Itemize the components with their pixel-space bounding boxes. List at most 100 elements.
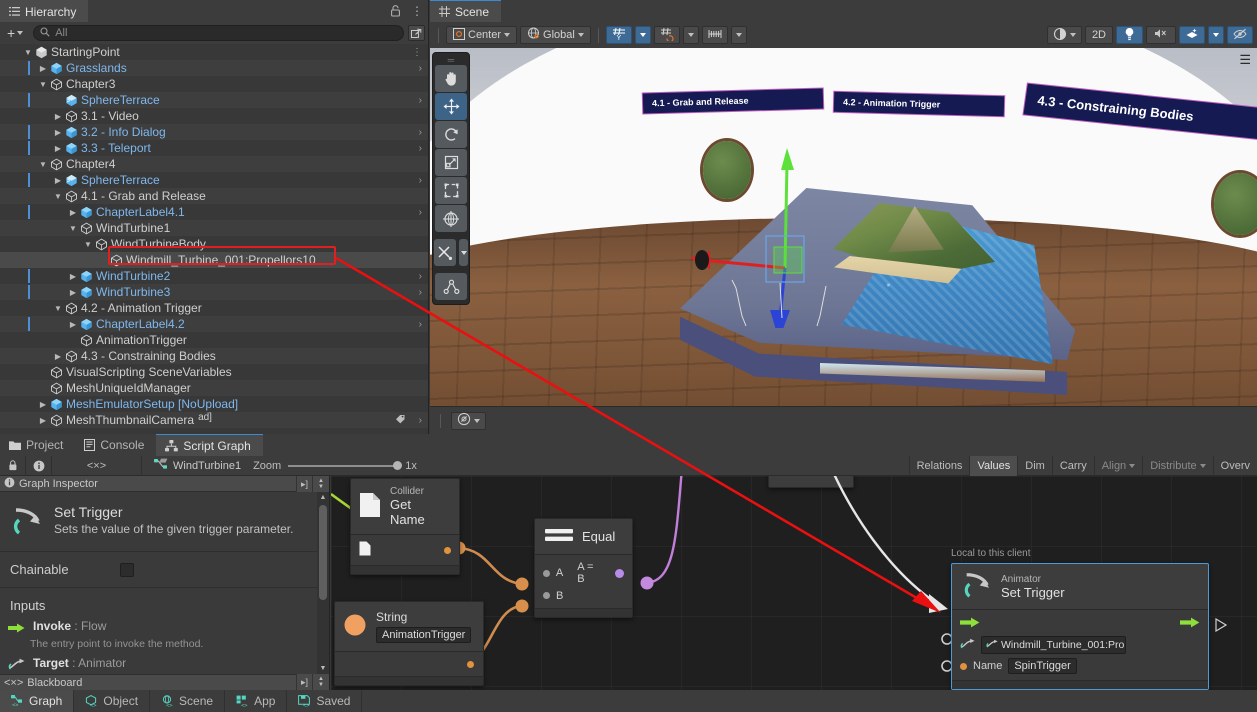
graph-toolbar-distribute[interactable]: Distribute — [1142, 456, 1212, 476]
scroll-up-icon[interactable]: ▲ — [317, 492, 329, 503]
snap-dropdown[interactable] — [683, 26, 699, 44]
open-prefab-chevron-icon[interactable]: › — [419, 63, 422, 74]
fx-dropdown[interactable] — [1208, 26, 1224, 44]
open-prefab-chevron-icon[interactable]: › — [419, 143, 422, 154]
open-prefab-chevron-icon[interactable]: › — [419, 207, 422, 218]
hierarchy-item-windturbine3[interactable]: ▶WindTurbine3› — [0, 284, 428, 300]
rotate-tool-icon[interactable] — [435, 121, 467, 148]
chevron-right-icon[interactable]: ▶ — [52, 144, 64, 153]
lock-icon[interactable] — [388, 3, 402, 18]
graph-breadcrumb[interactable]: WindTurbine1 — [142, 458, 253, 473]
output-port-dot[interactable] — [467, 661, 474, 668]
node-target-row[interactable]: Windmill_Turbine_001:Propell — [952, 634, 1208, 656]
hierarchy-item-4-2-animation-trigger[interactable]: ▼4.2 - Animation Trigger — [0, 300, 428, 316]
node-name-row[interactable]: Name SpinTrigger — [952, 656, 1208, 676]
custom-tools-dropdown-icon[interactable] — [459, 239, 468, 266]
input-port-dot[interactable] — [960, 663, 967, 670]
input-port-dot[interactable] — [543, 570, 550, 577]
handle-space-button[interactable]: Global — [520, 26, 591, 44]
zoom-slider[interactable] — [288, 465, 398, 467]
palette-grip[interactable]: ═ — [433, 56, 469, 64]
tab-project[interactable]: Project — [0, 434, 75, 456]
hierarchy-item-animationtrigger[interactable]: ▶AnimationTrigger — [0, 332, 428, 348]
hierarchy-item-3-3-teleport[interactable]: ▶3.3 - Teleport› — [0, 140, 428, 156]
chevron-right-icon[interactable]: ▶ — [67, 288, 79, 297]
graph-node-equal[interactable]: Equal A A = B B — [534, 518, 633, 618]
chevron-right-icon[interactable]: ▶ — [37, 416, 49, 425]
node-port-row-b[interactable]: B — [535, 587, 632, 604]
graph-info-button[interactable] — [26, 456, 52, 476]
output-port-dot[interactable] — [615, 569, 624, 578]
graph-node-string-literal[interactable]: String AnimationTrigger — [334, 601, 484, 686]
2d-toggle-button[interactable]: 2D — [1085, 26, 1113, 44]
hierarchy-item-windturbine2[interactable]: ▶WindTurbine2› — [0, 268, 428, 284]
node-flow-row[interactable] — [952, 614, 1208, 634]
hierarchy-item-4-1-grab-and-release[interactable]: ▼4.1 - Grab and Release — [0, 188, 428, 204]
chevron-down-icon[interactable]: ▼ — [67, 224, 79, 233]
input-port-dot[interactable] — [543, 592, 550, 599]
chevron-right-icon[interactable]: ▶ — [52, 352, 64, 361]
chevron-down-icon[interactable]: ▼ — [22, 48, 34, 57]
search-input[interactable]: All — [33, 25, 404, 41]
scene-fx-button[interactable] — [1179, 26, 1205, 44]
chainable-checkbox[interactable] — [120, 563, 134, 577]
kebab-menu-icon[interactable]: ⋮ — [410, 3, 424, 18]
move-tool-icon[interactable] — [435, 93, 467, 120]
open-prefab-chevron-icon[interactable]: › — [419, 95, 422, 106]
tab-console[interactable]: Console — [75, 434, 156, 456]
hierarchy-item-windmill-turbine-001-propellors10[interactable]: ▶Windmill_Turbine_001:Propellors10 — [0, 252, 428, 268]
open-prefab-chevron-icon[interactable]: › — [419, 319, 422, 330]
snap-increment-button[interactable] — [654, 26, 680, 44]
hierarchy-item-windturbinebody[interactable]: ▼WindTurbineBody — [0, 236, 428, 252]
collapse-blackboard-button[interactable]: ▸] — [296, 674, 312, 690]
node-port-row[interactable] — [351, 539, 459, 561]
custom-editor-tools-icon[interactable] — [434, 239, 456, 266]
ruler-button[interactable] — [702, 26, 728, 44]
scroll-down-icon[interactable]: ▼ — [317, 663, 329, 674]
tab-script-graph[interactable]: Script Graph — [156, 434, 262, 456]
chevron-right-icon[interactable]: ▶ — [52, 176, 64, 185]
custom-component-tool-icon[interactable] — [435, 273, 467, 300]
graph-toolbar-carry[interactable]: Carry — [1052, 456, 1094, 476]
tab-hierarchy[interactable]: Hierarchy — [0, 0, 88, 22]
chevron-down-icon[interactable]: ▼ — [37, 160, 49, 169]
collapse-panel-button[interactable]: ▸] — [296, 476, 312, 492]
footer-tab-saved[interactable]: <>Saved — [287, 690, 362, 712]
hierarchy-options-icon[interactable]: ⋮ — [411, 25, 425, 40]
hierarchy-item-startingpoint[interactable]: ▼StartingPoint⋮ — [0, 44, 428, 60]
graph-toolbar-overv[interactable]: Overv — [1213, 456, 1257, 476]
script-graph-canvas[interactable]: Collider Get Name — [331, 476, 1257, 690]
hierarchy-item-3-2-info-dialog[interactable]: ▶3.2 - Info Dialog› — [0, 124, 428, 140]
flow-in-arrow-icon[interactable] — [960, 617, 980, 631]
chevron-down-icon[interactable]: ▼ — [52, 192, 64, 201]
graph-zoom-control[interactable]: Zoom 1x — [253, 460, 417, 472]
blackboard-header[interactable]: <×> Blackboard — [0, 674, 329, 690]
flow-out-arrow-icon[interactable] — [1180, 617, 1200, 631]
string-value-field[interactable]: AnimationTrigger — [376, 627, 471, 643]
move-gizmo[interactable] — [640, 118, 860, 328]
chevron-right-icon[interactable]: ▶ — [67, 272, 79, 281]
open-prefab-chevron-icon[interactable]: › — [419, 415, 422, 426]
graph-toolbar-relations[interactable]: Relations — [909, 456, 970, 476]
footer-tab-scene[interactable]: <>Scene — [150, 690, 225, 712]
chevron-right-icon[interactable]: ▶ — [52, 112, 64, 121]
scene-audio-button[interactable] — [1146, 26, 1176, 44]
tab-scene[interactable]: Scene — [430, 0, 501, 22]
hierarchy-item-chapter4[interactable]: ▼Chapter4 — [0, 156, 428, 172]
open-prefab-chevron-icon[interactable]: › — [419, 287, 422, 298]
open-prefab-chevron-icon[interactable]: › — [419, 271, 422, 282]
hand-tool-icon[interactable] — [435, 65, 467, 92]
scene-overlay-menu-icon[interactable]: ☰ — [1239, 52, 1251, 68]
grid-visibility-button[interactable]: Y — [606, 26, 632, 44]
hierarchy-tree[interactable]: ▼StartingPoint⋮▶Grasslands›▼Chapter3▶Sph… — [0, 44, 428, 434]
flow-output-triangle-icon[interactable] — [1215, 618, 1227, 635]
hierarchy-item-visualscripting-scenevariables[interactable]: ▶VisualScripting SceneVariables — [0, 364, 428, 380]
scene-lighting-button[interactable] — [1116, 26, 1143, 44]
scene-viewport[interactable]: 4.1 - Grab and Release 4.2 - Animation T… — [430, 48, 1257, 406]
blackboard-resize-stepper[interactable]: ▲▼ — [312, 674, 329, 690]
panel-resize-stepper[interactable]: ▲▼ — [312, 476, 329, 492]
open-prefab-chevron-icon[interactable]: › — [419, 175, 422, 186]
open-prefab-chevron-icon[interactable]: › — [419, 127, 422, 138]
footer-tab-object[interactable]: <>Object — [74, 690, 150, 712]
zoom-slider-knob[interactable] — [393, 461, 402, 470]
